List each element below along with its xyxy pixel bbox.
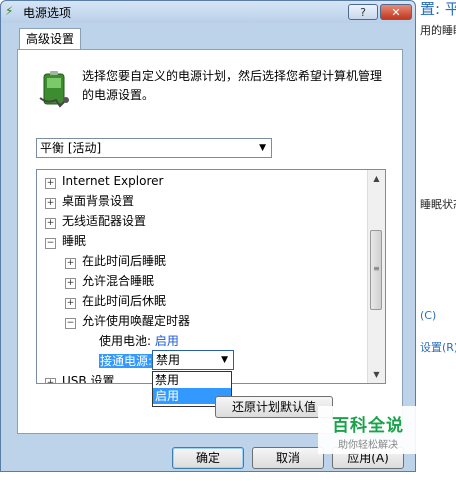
- expand-icon[interactable]: +: [65, 258, 76, 269]
- tree-item-sleep-after[interactable]: + 在此时间后睡眠: [65, 251, 166, 271]
- power-plan-select[interactable]: 平衡 [活动] ▼: [36, 138, 272, 158]
- watermark-subtitle: 助你轻松解决: [338, 440, 398, 451]
- tree-item-hybrid-sleep[interactable]: + 允许混合睡眠: [65, 271, 154, 291]
- tree-item-wake-timers[interactable]: − 允许使用唤醒定时器: [65, 311, 190, 331]
- plugged-in-label: 接通电源:: [99, 354, 154, 368]
- watermark: 百科全说 助你轻松解决: [318, 406, 418, 454]
- ok-button[interactable]: 确定: [172, 447, 244, 469]
- description-text: 选择您要自定义的电源计划，然后选择您希望计算机管理的电源设置。: [82, 69, 383, 102]
- window-title: 电源选项: [23, 6, 72, 20]
- background-text-1: 用的睡眠: [420, 24, 456, 37]
- tree-item-internet-explorer[interactable]: + Internet Explorer: [45, 171, 163, 191]
- expand-icon[interactable]: +: [45, 378, 56, 383]
- tree-item-label: 在此时间后睡眠: [82, 254, 167, 268]
- tree-item-label: 睡眠: [62, 234, 87, 248]
- plugged-in-value: 禁用: [156, 353, 181, 367]
- scroll-down-arrow-icon[interactable]: ▼: [368, 366, 385, 383]
- tree-item-label: USB 设置: [62, 374, 115, 384]
- tree-item-on-battery[interactable]: 使用电池: 启用: [99, 331, 179, 351]
- tree-scrollbar[interactable]: ▲ ≡ ▼: [367, 170, 385, 383]
- grip-icon: ≡: [373, 264, 380, 273]
- plugged-in-select[interactable]: 禁用 ▼: [152, 350, 234, 370]
- tree-item-wireless-adapter[interactable]: + 无线适配器设置: [45, 211, 146, 231]
- on-battery-value-link[interactable]: 启用: [155, 334, 179, 348]
- tree-item-desktop-background[interactable]: + 桌面背景设置: [45, 191, 134, 211]
- expand-icon[interactable]: +: [45, 178, 56, 189]
- battery-icon: [39, 71, 69, 108]
- watermark-logo-text: 百科全说: [332, 416, 404, 436]
- chevron-down-icon: ▼: [259, 143, 266, 153]
- collapse-icon[interactable]: −: [45, 238, 56, 249]
- tree-item-label: 桌面背景设置: [62, 194, 135, 208]
- background-link-1[interactable]: (C): [420, 309, 436, 322]
- scroll-up-arrow-icon[interactable]: ▲: [368, 170, 385, 187]
- scrollbar-thumb[interactable]: ≡: [370, 230, 382, 310]
- tree-item-usb-settings[interactable]: + USB 设置: [45, 371, 115, 384]
- close-button[interactable]: ✕: [380, 4, 412, 20]
- on-battery-label: 使用电池:: [99, 334, 152, 348]
- title-bar[interactable]: ⚡ 电源选项 ? ✕: [1, 1, 415, 23]
- tree-item-label: 在此时间后休眠: [82, 294, 167, 308]
- dropdown-option-disabled[interactable]: 禁用: [153, 372, 231, 388]
- cancel-button[interactable]: 取消: [252, 447, 324, 469]
- expand-icon[interactable]: +: [45, 218, 56, 229]
- background-link-2[interactable]: 设置(R): [420, 339, 456, 355]
- tree-item-hibernate-after[interactable]: + 在此时间后休眠: [65, 291, 166, 311]
- tree-item-label: 允许混合睡眠: [82, 274, 155, 288]
- expand-icon[interactable]: +: [65, 278, 76, 289]
- tab-advanced-settings[interactable]: 高级设置: [19, 28, 81, 50]
- restore-defaults-button[interactable]: 还原计划默认值: [215, 396, 333, 418]
- power-plan-value: 平衡 [活动]: [40, 141, 102, 155]
- background-title: 置: 平: [420, 0, 456, 18]
- chevron-down-icon: ▼: [221, 355, 228, 365]
- expand-icon[interactable]: +: [65, 298, 76, 309]
- help-button[interactable]: ?: [348, 4, 378, 20]
- tree-item-label: 无线适配器设置: [62, 214, 147, 228]
- tree-item-label: Internet Explorer: [62, 174, 164, 188]
- background-text-2: 睡眠状态: [420, 198, 456, 211]
- tree-item-label: 允许使用唤醒定时器: [82, 314, 191, 328]
- expand-icon[interactable]: +: [45, 198, 56, 209]
- tree-item-sleep[interactable]: − 睡眠: [45, 231, 86, 251]
- tree-item-plugged-in[interactable]: 接通电源:: [99, 351, 154, 371]
- power-options-icon: ⚡: [5, 4, 14, 18]
- collapse-icon[interactable]: −: [65, 318, 76, 329]
